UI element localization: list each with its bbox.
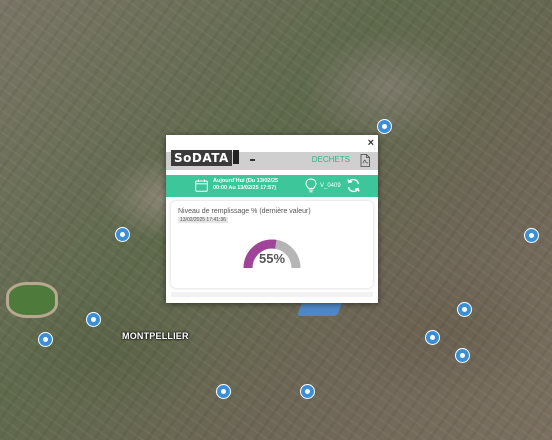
map-marker-icon[interactable] bbox=[115, 227, 130, 242]
calendar-icon[interactable] bbox=[195, 179, 208, 192]
gauge-value: 55% bbox=[258, 251, 286, 266]
map-marker-icon[interactable] bbox=[300, 384, 315, 399]
map-marker-icon[interactable] bbox=[38, 332, 53, 347]
map-marker-icon[interactable] bbox=[86, 312, 101, 327]
map-marker-icon[interactable] bbox=[216, 384, 231, 399]
device-popup: × SoDATA DECHETS AujourdʼHui (Du 13/02/2… bbox=[166, 135, 378, 303]
logo: SoDATA bbox=[171, 150, 239, 166]
bulb-icon bbox=[305, 178, 317, 193]
date-range[interactable]: AujourdʼHui (Du 13/02/25 00:00 Au 13/02/… bbox=[213, 178, 278, 192]
menu-icon[interactable] bbox=[250, 159, 255, 161]
map-marker-icon[interactable] bbox=[377, 119, 392, 134]
date-range-line2: 00:00 Au 13/02/25 17:57) bbox=[213, 185, 277, 191]
map-marker-icon[interactable] bbox=[425, 330, 440, 345]
city-label: MONTPELLIER bbox=[122, 331, 189, 341]
stadium-area bbox=[6, 282, 58, 318]
close-icon[interactable]: × bbox=[368, 137, 374, 149]
map-marker-icon[interactable] bbox=[455, 348, 470, 363]
card-timestamp: 13/02/2025 17:41:36 bbox=[178, 217, 228, 223]
device-id: V_0409 bbox=[320, 183, 341, 189]
pdf-icon[interactable] bbox=[360, 154, 370, 167]
logo-text: SoDATA bbox=[171, 150, 232, 166]
popup-header: SoDATA DECHETS bbox=[166, 150, 378, 170]
filter-bar: AujourdʼHui (Du 13/02/25 00:00 Au 13/02/… bbox=[166, 175, 378, 197]
date-range-line1: AujourdʼHui (Du 13/02/25 bbox=[213, 178, 279, 184]
card-title: Niveau de remplissage % (dernière valeur… bbox=[178, 208, 311, 215]
fill-level-card: Niveau de remplissage % (dernière valeur… bbox=[171, 201, 373, 288]
map-marker-icon[interactable] bbox=[524, 228, 539, 243]
refresh-icon[interactable] bbox=[346, 178, 361, 193]
map-marker-icon[interactable] bbox=[457, 302, 472, 317]
logo-mark bbox=[232, 150, 239, 164]
popup-footer bbox=[171, 292, 373, 297]
section-label: DECHETS bbox=[311, 155, 350, 164]
